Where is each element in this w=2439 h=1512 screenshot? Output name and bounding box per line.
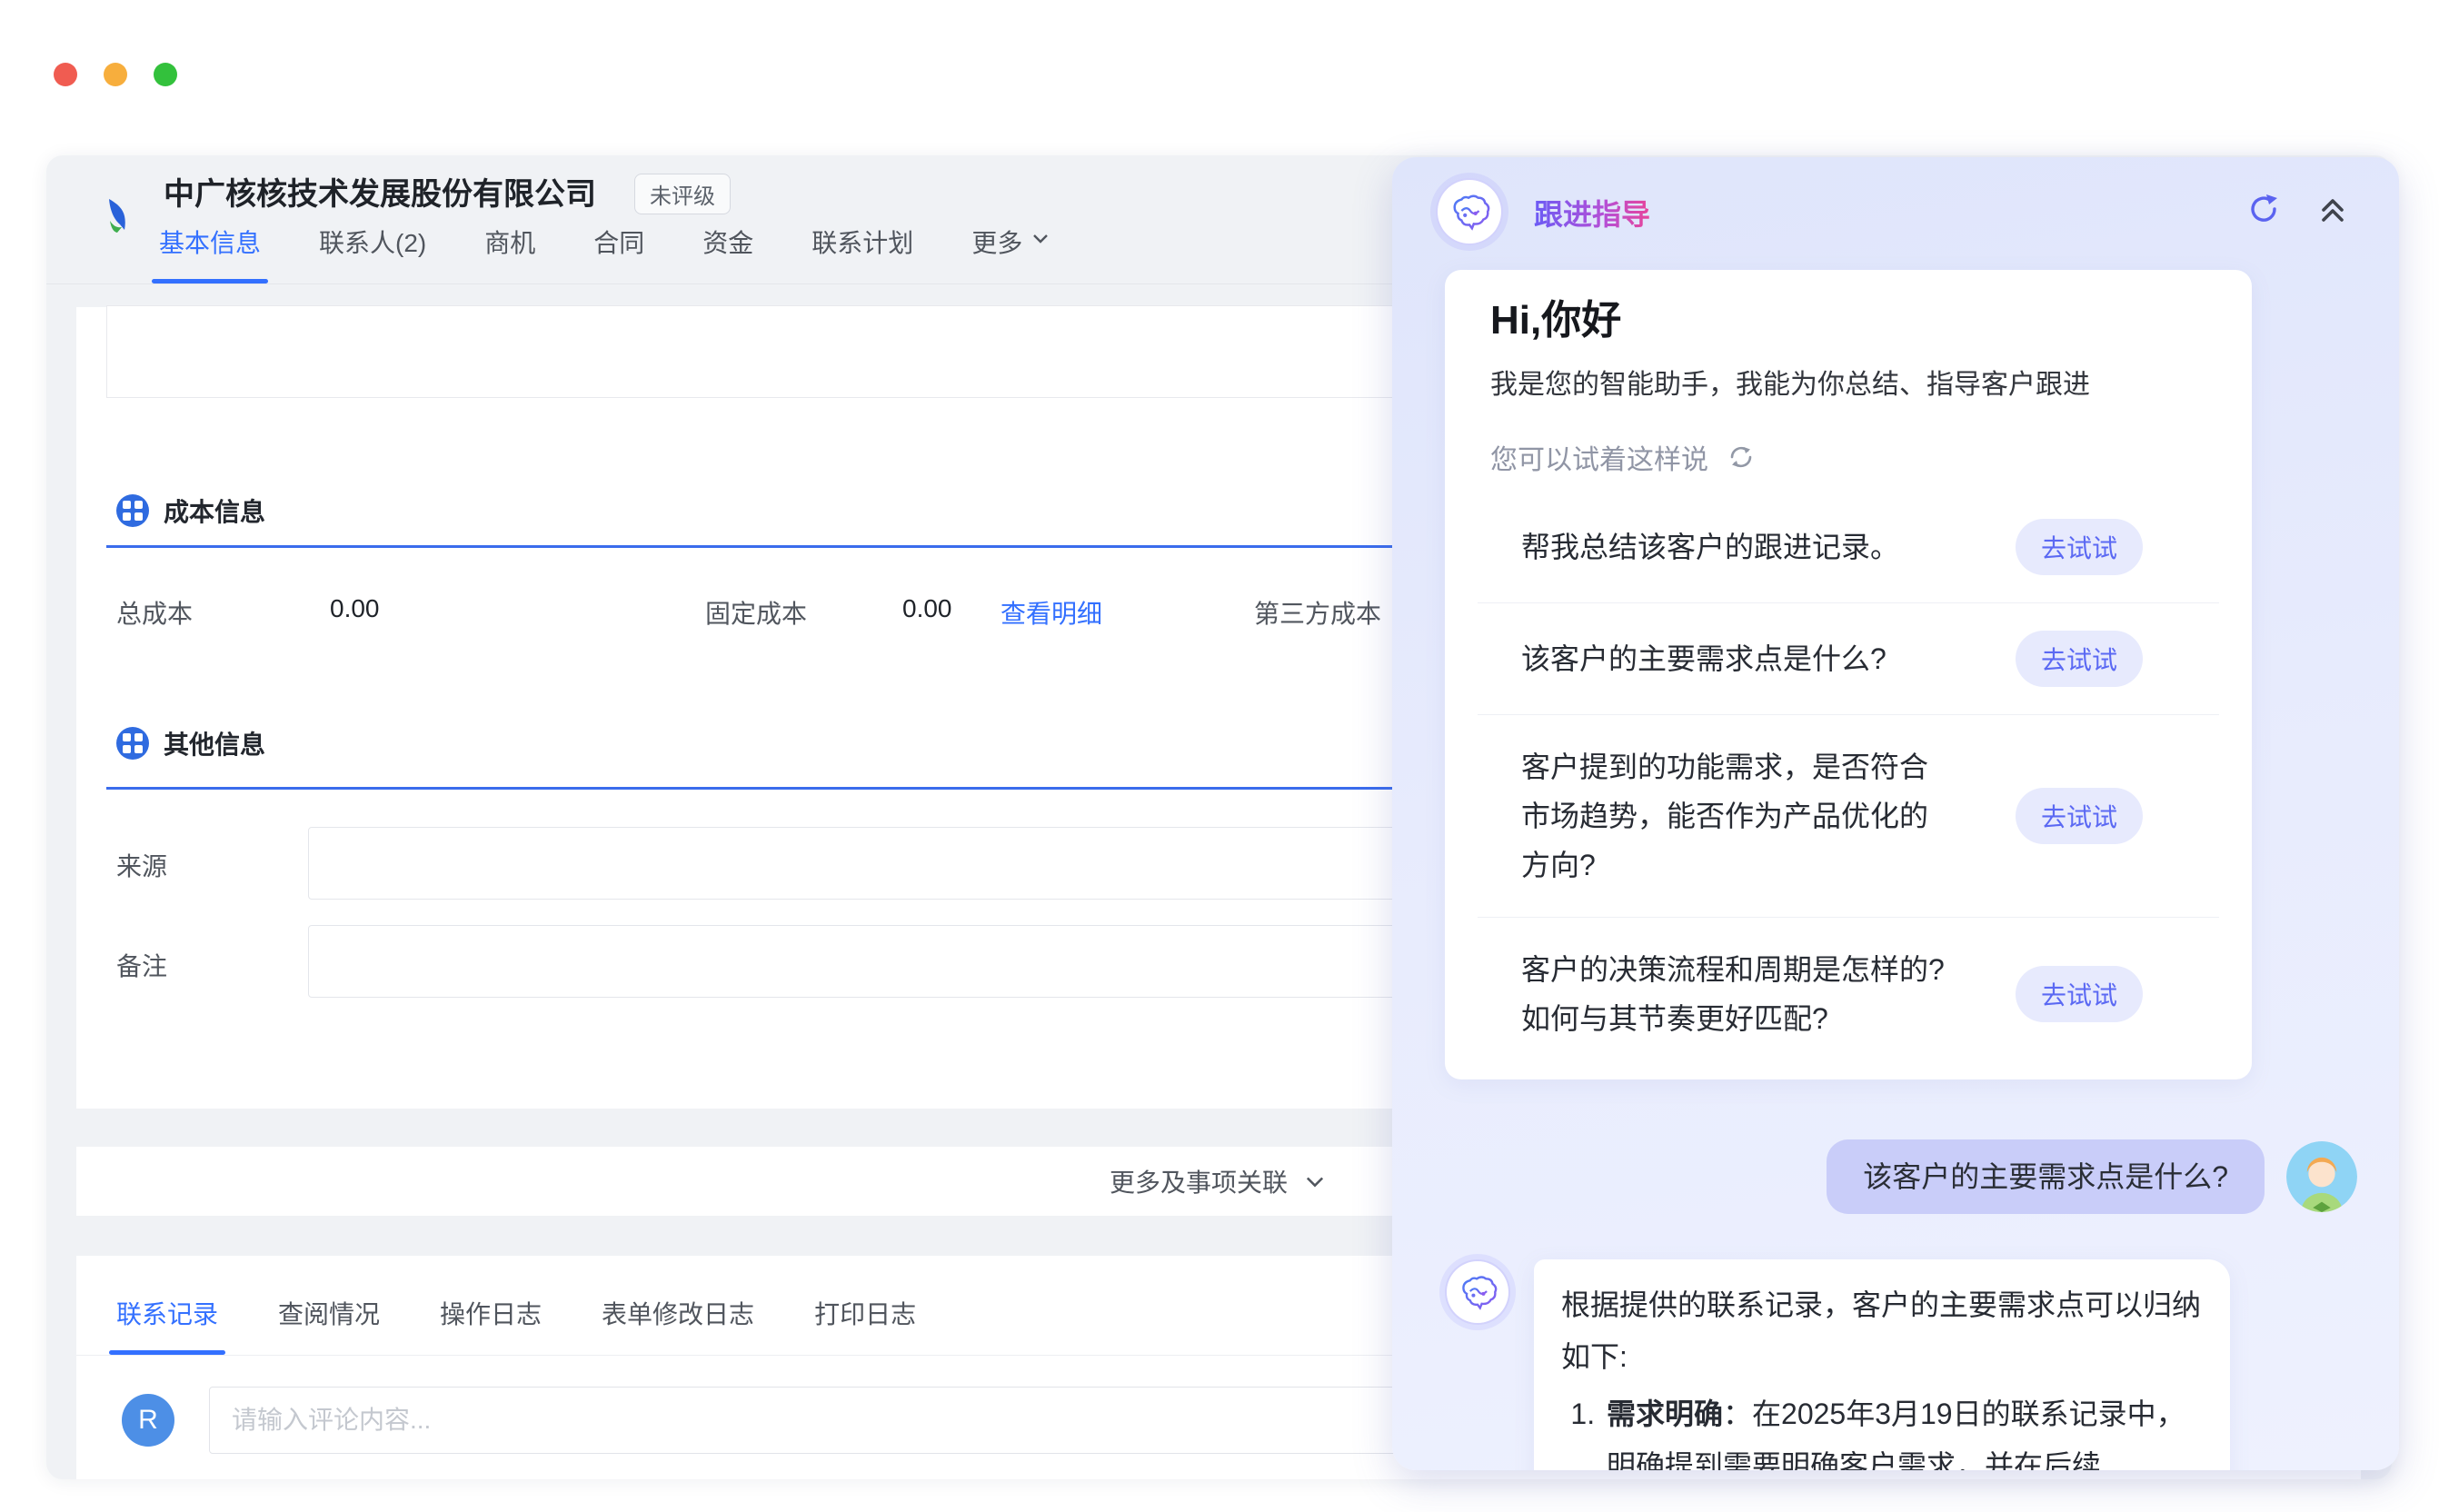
- chevron-down-icon: [1030, 227, 1051, 249]
- assistant-header: 跟进指导: [1392, 157, 2399, 270]
- tab-print-log[interactable]: 打印日志: [814, 1295, 916, 1355]
- page-title: 中广核核技术发展股份有限公司: [164, 174, 596, 214]
- try-it-button[interactable]: 去试试: [2016, 631, 2143, 687]
- suggestion-text: 客户提到的功能需求，是否符合市场趋势，能否作为产品优化的方向?: [1521, 742, 1948, 890]
- total-cost-value: 0.00: [330, 594, 380, 623]
- assistant-intro: 我是您的智能助手，我能为你总结、指导客户跟进: [1490, 366, 2206, 404]
- assistant-welcome-card: Hi,你好 我是您的智能助手，我能为你总结、指导客户跟进 您可以试着这样说 帮我…: [1445, 270, 2252, 1079]
- try-it-button[interactable]: 去试试: [2016, 966, 2143, 1022]
- assistant-reply-bubble: 根据提供的联系记录，客户的主要需求点可以归纳如下: 需求明确：在2025年3月1…: [1534, 1259, 2230, 1470]
- reply-intro: 根据提供的联系记录，客户的主要需求点可以归纳如下:: [1561, 1279, 2203, 1383]
- assistant-avatar-icon: [1436, 178, 1503, 245]
- company-logo-icon: [100, 195, 140, 235]
- more-related-items-label: 更多及事项关联: [1110, 1163, 1288, 1199]
- user-initial-avatar: R: [122, 1394, 174, 1447]
- section-title: 其他信息: [164, 725, 265, 761]
- section-grid-icon: [116, 494, 149, 527]
- reset-conversation-icon[interactable]: [2245, 190, 2283, 228]
- suggestion-item: 客户提到的功能需求，是否符合市场趋势，能否作为产品优化的方向? 去试试: [1445, 715, 2252, 917]
- assistant-reply-row: 根据提供的联系记录，客户的主要需求点可以归纳如下: 需求明确：在2025年3月1…: [1445, 1259, 2399, 1470]
- suggestion-list: 帮我总结该客户的跟进记录。 去试试 该客户的主要需求点是什么? 去试试 客户提到…: [1445, 492, 2252, 1070]
- close-button[interactable]: [54, 63, 77, 86]
- tab-funds[interactable]: 资金: [702, 224, 753, 284]
- minimize-button[interactable]: [104, 63, 127, 86]
- try-hint-row: 您可以试着这样说: [1490, 437, 2206, 477]
- suggestion-text: 帮我总结该客户的跟进记录。: [1521, 522, 1899, 572]
- reply-list: 需求明确：在2025年3月19日的联系记录中，明确提到需要明确客户需求，并在后续: [1561, 1388, 2203, 1470]
- detail-tabs: 基本信息 联系人(2) 商机 合同 资金 联系计划 更多: [159, 224, 1051, 284]
- try-it-button[interactable]: 去试试: [2016, 788, 2143, 844]
- screen: 中广核核技术发展股份有限公司 未评级 基本信息 联系人(2) 商机 合同 资金 …: [0, 0, 2439, 1512]
- source-label: 来源: [116, 847, 167, 883]
- assistant-greeting: Hi,你好: [1445, 270, 2252, 344]
- section-grid-icon: [116, 727, 149, 760]
- tab-form-change-log[interactable]: 表单修改日志: [602, 1295, 754, 1355]
- suggestion-text: 该客户的主要需求点是什么?: [1521, 634, 1886, 683]
- rating-badge: 未评级: [634, 174, 731, 214]
- view-detail-link[interactable]: 查看明细: [1000, 594, 1102, 631]
- suggestion-text: 客户的决策流程和周期是怎样的? 如何与其节奏更好匹配?: [1521, 945, 1948, 1043]
- tab-operation-log[interactable]: 操作日志: [440, 1295, 542, 1355]
- tab-more[interactable]: 更多: [971, 224, 1051, 284]
- suggestion-item: 帮我总结该客户的跟进记录。 去试试: [1445, 492, 2252, 602]
- remark-label: 备注: [116, 947, 167, 983]
- try-it-button[interactable]: 去试试: [2016, 519, 2143, 575]
- total-cost-label: 总成本: [116, 594, 193, 631]
- section-title: 成本信息: [164, 492, 265, 529]
- suggestion-item: 该客户的主要需求点是什么? 去试试: [1445, 603, 2252, 714]
- suggestion-item: 客户的决策流程和周期是怎样的? 如何与其节奏更好匹配? 去试试: [1445, 918, 2252, 1070]
- tab-contact-plan[interactable]: 联系计划: [811, 224, 913, 284]
- fixed-cost-label: 固定成本: [705, 594, 807, 631]
- try-hint-label: 您可以试着这样说: [1490, 437, 1708, 477]
- user-message-bubble: 该客户的主要需求点是什么?: [1827, 1139, 2265, 1214]
- cost-section-header: 成本信息: [116, 492, 265, 529]
- tab-contracts[interactable]: 合同: [593, 224, 644, 284]
- fixed-cost-value: 0.00: [902, 594, 952, 623]
- user-message-row: 该客户的主要需求点是什么?: [1392, 1139, 2357, 1214]
- ai-assistant-panel: 跟进指导 Hi,你好 我是您的智能助手，我能为你总结、指导客户跟进 您可以试着这…: [1392, 157, 2399, 1470]
- assistant-title: 跟进指导: [1534, 192, 1650, 234]
- user-avatar: [2286, 1141, 2357, 1212]
- tab-basic-info[interactable]: 基本信息: [159, 224, 261, 284]
- window-controls: [54, 63, 177, 86]
- tab-contacts[interactable]: 联系人(2): [319, 224, 426, 284]
- third-party-cost-label: 第三方成本: [1254, 594, 1381, 631]
- assistant-avatar-icon: [1445, 1259, 1510, 1325]
- shuffle-suggestions-icon[interactable]: [1727, 443, 1756, 472]
- other-section-header: 其他信息: [116, 725, 265, 761]
- tab-view-status[interactable]: 查阅情况: [278, 1295, 380, 1355]
- chevron-down-icon: [1302, 1169, 1328, 1194]
- zoom-button[interactable]: [154, 63, 177, 86]
- tab-contact-records[interactable]: 联系记录: [116, 1295, 218, 1355]
- collapse-panel-icon[interactable]: [2314, 190, 2352, 228]
- reply-list-item: 需求明确：在2025年3月19日的联系记录中，明确提到需要明确客户需求，并在后续: [1603, 1388, 2203, 1470]
- tab-opportunities[interactable]: 商机: [484, 224, 535, 284]
